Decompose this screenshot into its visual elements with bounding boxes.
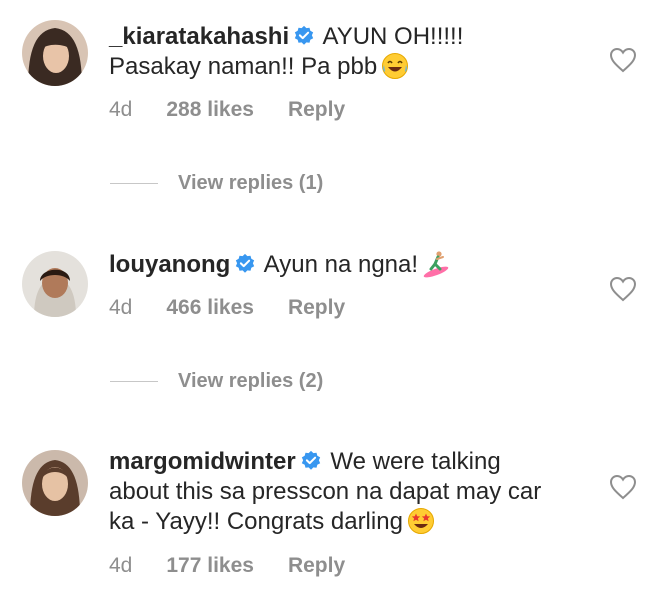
verified-badge-icon — [301, 450, 320, 470]
heart-icon[interactable] — [609, 474, 637, 500]
divider-line — [110, 381, 158, 383]
likes-count[interactable]: 288 likes — [166, 98, 254, 121]
comment-username[interactable]: margomidwinter — [109, 448, 296, 475]
comment-username[interactable]: louyanong — [109, 251, 230, 278]
divider-line — [110, 183, 158, 185]
avatar[interactable] — [22, 251, 88, 317]
view-replies-label[interactable]: View replies (2) — [178, 370, 323, 392]
comment-time: 4d — [109, 98, 133, 121]
heart-icon[interactable] — [609, 47, 637, 73]
comment-meta: 4d 288 likes Reply — [109, 98, 379, 122]
comment-body: Ayun na ngna! — [263, 251, 419, 278]
view-replies-label[interactable]: View replies (1) — [178, 172, 323, 194]
avatar[interactable] — [22, 450, 88, 516]
comment-time: 4d — [109, 554, 133, 577]
reply-button[interactable]: Reply — [288, 554, 345, 577]
face-with-tears-of-joy-icon — [382, 53, 409, 79]
reply-button[interactable]: Reply — [288, 296, 345, 319]
view-replies-button[interactable]: View replies (2) — [110, 370, 323, 393]
comment-text: margomidwinter We were talking about thi… — [109, 447, 549, 537]
person-surfing-icon — [423, 251, 449, 278]
star-struck-icon — [407, 508, 434, 534]
verified-badge-icon — [294, 25, 314, 45]
comment-username[interactable]: _kiaratakahashi — [109, 23, 289, 50]
comment-text: louyanong Ayun na ngna! — [109, 250, 549, 280]
comment-meta: 4d 177 likes Reply — [109, 554, 379, 578]
heart-icon[interactable] — [609, 276, 637, 302]
likes-count[interactable]: 466 likes — [166, 296, 254, 319]
avatar[interactable] — [22, 20, 88, 86]
comment-time: 4d — [109, 296, 133, 319]
view-replies-button[interactable]: View replies (1) — [110, 172, 323, 195]
verified-badge-icon — [236, 253, 255, 273]
comment-text: _kiaratakahashi AYUN OH!!!!! Pasakay nam… — [109, 22, 549, 82]
comment-meta: 4d 466 likes Reply — [109, 296, 379, 320]
likes-count[interactable]: 177 likes — [166, 554, 254, 577]
reply-button[interactable]: Reply — [288, 98, 345, 121]
